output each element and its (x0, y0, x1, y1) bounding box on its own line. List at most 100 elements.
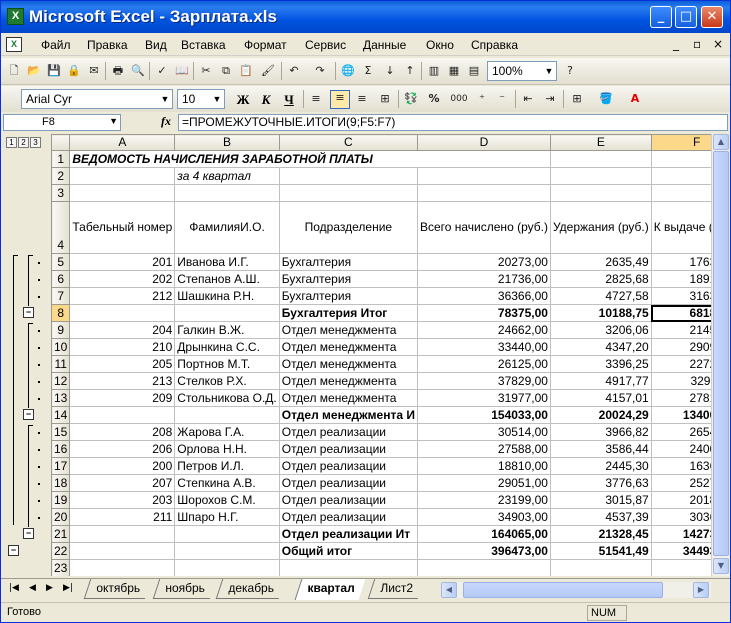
deduction-cell[interactable]: 4727,58 (549, 287, 652, 305)
menu-window[interactable]: Окно (426, 38, 454, 52)
next-sheet-icon[interactable]: ▶ (46, 583, 53, 593)
name-cell[interactable]: Степкина А.В. (174, 474, 280, 492)
deduction-cell[interactable]: 4537,39 (549, 508, 652, 526)
deduction-cell[interactable]: 4917,77 (549, 372, 652, 390)
deduction-cell[interactable]: 2635,49 (549, 253, 652, 271)
deduction-cell[interactable]: 10188,75 (549, 304, 652, 322)
column-header-label[interactable]: ФамилияИ.О. (174, 201, 280, 254)
column-header-label[interactable]: Подразделение (278, 201, 418, 254)
accrued-cell[interactable]: 33440,00 (416, 338, 551, 356)
department-cell[interactable]: Бухгалтерия Итог (278, 304, 418, 322)
row-header[interactable]: 7 (51, 287, 71, 305)
sheet-title[interactable]: ВЕДОМОСТЬ НАЧИСЛЕНИЯ ЗАРАБОТНОЙ ПЛАТЫ (69, 150, 551, 168)
payout-cell[interactable]: 21455,94 (650, 321, 711, 339)
outline-level-3-button[interactable]: 3 (30, 137, 41, 148)
font-color-icon[interactable]: A (626, 90, 644, 108)
cell[interactable] (278, 559, 418, 576)
row-header[interactable]: 14 (51, 406, 71, 424)
tab-number-cell[interactable] (69, 304, 176, 322)
deduction-cell[interactable]: 3586,44 (549, 440, 652, 458)
sort-ascending-icon[interactable]: ↓ (381, 62, 399, 80)
department-cell[interactable]: Отдел менеджмента (278, 321, 418, 339)
department-cell[interactable]: Отдел реализации (278, 457, 418, 475)
department-cell[interactable]: Отдел реализации (278, 491, 418, 509)
department-cell[interactable]: Отдел реализации (278, 474, 418, 492)
payout-cell[interactable]: 29092,80 (650, 338, 711, 356)
accrued-cell[interactable]: 18810,00 (416, 457, 551, 475)
payout-cell[interactable]: 26547,18 (650, 423, 711, 441)
cell[interactable] (549, 559, 652, 576)
collapse-group-button[interactable]: − (23, 307, 34, 318)
outline-level-1-button[interactable]: 1 (6, 137, 17, 148)
last-sheet-icon[interactable]: ▶| (63, 583, 73, 593)
cell[interactable] (174, 559, 280, 576)
row-header[interactable]: 10 (51, 338, 71, 356)
tab-number-cell[interactable]: 201 (69, 253, 176, 271)
cell[interactable] (69, 184, 176, 202)
sheet-subtitle[interactable]: за 4 квартал (174, 167, 280, 185)
name-cell[interactable]: Дрынкина С.С. (174, 338, 280, 356)
name-cell[interactable]: Иванова И.Г. (174, 253, 280, 271)
collapse-outline-button[interactable]: − (8, 545, 19, 556)
font-size-select[interactable]: 10 ▼ (177, 89, 225, 109)
tab-number-cell[interactable]: 204 (69, 321, 176, 339)
excel-app-icon[interactable]: X (7, 8, 24, 25)
column-header-b[interactable]: B (174, 134, 280, 151)
outline-level-2-button[interactable]: 2 (18, 137, 29, 148)
accrued-cell[interactable]: 164065,00 (416, 525, 551, 543)
scroll-thumb[interactable] (713, 151, 729, 556)
open-icon[interactable]: 📂 (25, 62, 43, 80)
borders-icon[interactable]: ⊞ (568, 90, 586, 108)
sort-descending-icon[interactable]: ↑ (401, 62, 419, 80)
department-cell[interactable]: Отдел менеджмента (278, 372, 418, 390)
merge-center-icon[interactable]: ⊞ (376, 90, 394, 108)
accrued-cell[interactable]: 37829,00 (416, 372, 551, 390)
cell[interactable] (650, 150, 711, 168)
department-cell[interactable]: Отдел менеджмента (278, 389, 418, 407)
name-cell[interactable] (174, 542, 280, 560)
tab-number-cell[interactable] (69, 525, 176, 543)
name-cell[interactable]: Портнов М.Т. (174, 355, 280, 373)
scroll-up-icon[interactable]: ▲ (713, 134, 729, 150)
cell[interactable] (174, 184, 280, 202)
deduction-cell[interactable]: 20024,29 (549, 406, 652, 424)
payout-cell[interactable]: 16364,70 (650, 457, 711, 475)
name-cell[interactable] (174, 525, 280, 543)
tab-number-cell[interactable]: 211 (69, 508, 176, 526)
new-icon[interactable]: 🗋 (5, 62, 23, 80)
accrued-cell[interactable]: 78375,00 (416, 304, 551, 322)
tab-number-cell[interactable]: 200 (69, 457, 176, 475)
row-header[interactable]: 11 (51, 355, 71, 373)
payout-cell[interactable]: 134008,71 (650, 406, 711, 424)
row-header[interactable]: 1 (51, 150, 71, 168)
row-header[interactable]: 13 (51, 389, 71, 407)
menu-file[interactable]: Файл (41, 38, 71, 52)
row-header[interactable]: 6 (51, 270, 71, 288)
table-icon[interactable]: ▤ (465, 62, 483, 80)
name-cell[interactable]: Петров И.Л. (174, 457, 280, 475)
tab-number-cell[interactable] (69, 406, 176, 424)
copy-icon[interactable]: ⧉ (217, 62, 235, 80)
first-sheet-icon[interactable]: |◀ (9, 583, 19, 593)
row-header[interactable]: 2 (51, 167, 71, 185)
column-header-a[interactable]: A (69, 134, 176, 151)
cut-icon[interactable]: ✂ (197, 62, 215, 80)
bold-button[interactable]: Ж (233, 90, 253, 109)
name-cell[interactable]: Степанов А.Ш. (174, 270, 280, 288)
accrued-cell[interactable]: 23199,00 (416, 491, 551, 509)
payout-cell[interactable]: 142736,55 (650, 525, 711, 543)
zoom-select[interactable]: 100% ▼ (487, 61, 557, 81)
cell[interactable] (278, 184, 418, 202)
currency-icon[interactable]: 💱 (402, 90, 420, 108)
close-button[interactable]: ✕ (701, 6, 723, 28)
row-header[interactable]: 15 (51, 423, 71, 441)
fill-color-icon[interactable]: 🪣 (597, 90, 615, 108)
name-cell[interactable]: Жарова Г.А. (174, 423, 280, 441)
font-name-select[interactable]: Arial Cyr ▼ (21, 89, 173, 109)
row-header[interactable]: 5 (51, 253, 71, 271)
department-cell[interactable]: Бухгалтерия (278, 253, 418, 271)
department-cell[interactable]: Бухгалтерия (278, 270, 418, 288)
worksheet-grid[interactable]: ABCDEFG1ВЕДОМОСТЬ НАЧИСЛЕНИЯ ЗАРАБОТНОЙ … (51, 134, 711, 576)
menu-view[interactable]: Вид (145, 38, 167, 52)
menu-help[interactable]: Справка (471, 38, 518, 52)
